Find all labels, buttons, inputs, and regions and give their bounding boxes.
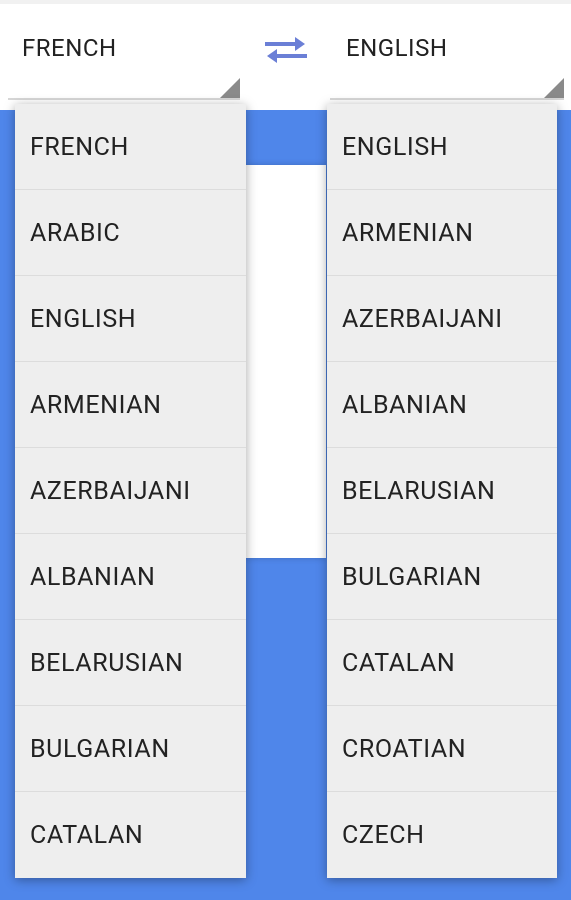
dropdown-item[interactable]: BULGARIAN [15, 706, 246, 792]
dropdown-item[interactable]: CATALAN [327, 620, 557, 706]
spinner-corner-indicator [544, 78, 564, 98]
source-language-label: FRENCH [22, 34, 117, 62]
dropdown-item[interactable]: AZERBAIJANI [327, 276, 557, 362]
target-language-spinner[interactable]: ENGLISH [330, 0, 564, 100]
dropdown-item[interactable]: ENGLISH [327, 104, 557, 190]
dropdown-item[interactable]: ARMENIAN [327, 190, 557, 276]
swap-languages-button[interactable] [258, 28, 314, 72]
dropdown-item[interactable]: ALBANIAN [15, 534, 246, 620]
dropdown-item[interactable]: BELARUSIAN [327, 448, 557, 534]
dropdown-item[interactable]: BULGARIAN [327, 534, 557, 620]
dropdown-item[interactable]: FRENCH [15, 104, 246, 190]
swap-arrows-icon [265, 37, 307, 63]
dropdown-item[interactable]: ARABIC [15, 190, 246, 276]
dropdown-item[interactable]: ENGLISH [15, 276, 246, 362]
dropdown-item[interactable]: CZECH [327, 792, 557, 878]
target-language-label: ENGLISH [346, 34, 448, 62]
dropdown-item[interactable]: BELARUSIAN [15, 620, 246, 706]
source-language-spinner[interactable]: FRENCH [8, 0, 240, 100]
dropdown-item[interactable]: CROATIAN [327, 706, 557, 792]
dropdown-item[interactable]: ARMENIAN [15, 362, 246, 448]
source-language-dropdown: FRENCH ARABIC ENGLISH ARMENIAN AZERBAIJA… [15, 104, 246, 878]
dropdown-item[interactable]: CATALAN [15, 792, 246, 878]
language-bar: FRENCH ENGLISH [0, 0, 571, 110]
spinner-corner-indicator [220, 78, 240, 98]
dropdown-item[interactable]: ALBANIAN [327, 362, 557, 448]
target-language-dropdown: ENGLISH ARMENIAN AZERBAIJANI ALBANIAN BE… [327, 104, 557, 878]
dropdown-item[interactable]: AZERBAIJANI [15, 448, 246, 534]
text-card [246, 165, 326, 558]
